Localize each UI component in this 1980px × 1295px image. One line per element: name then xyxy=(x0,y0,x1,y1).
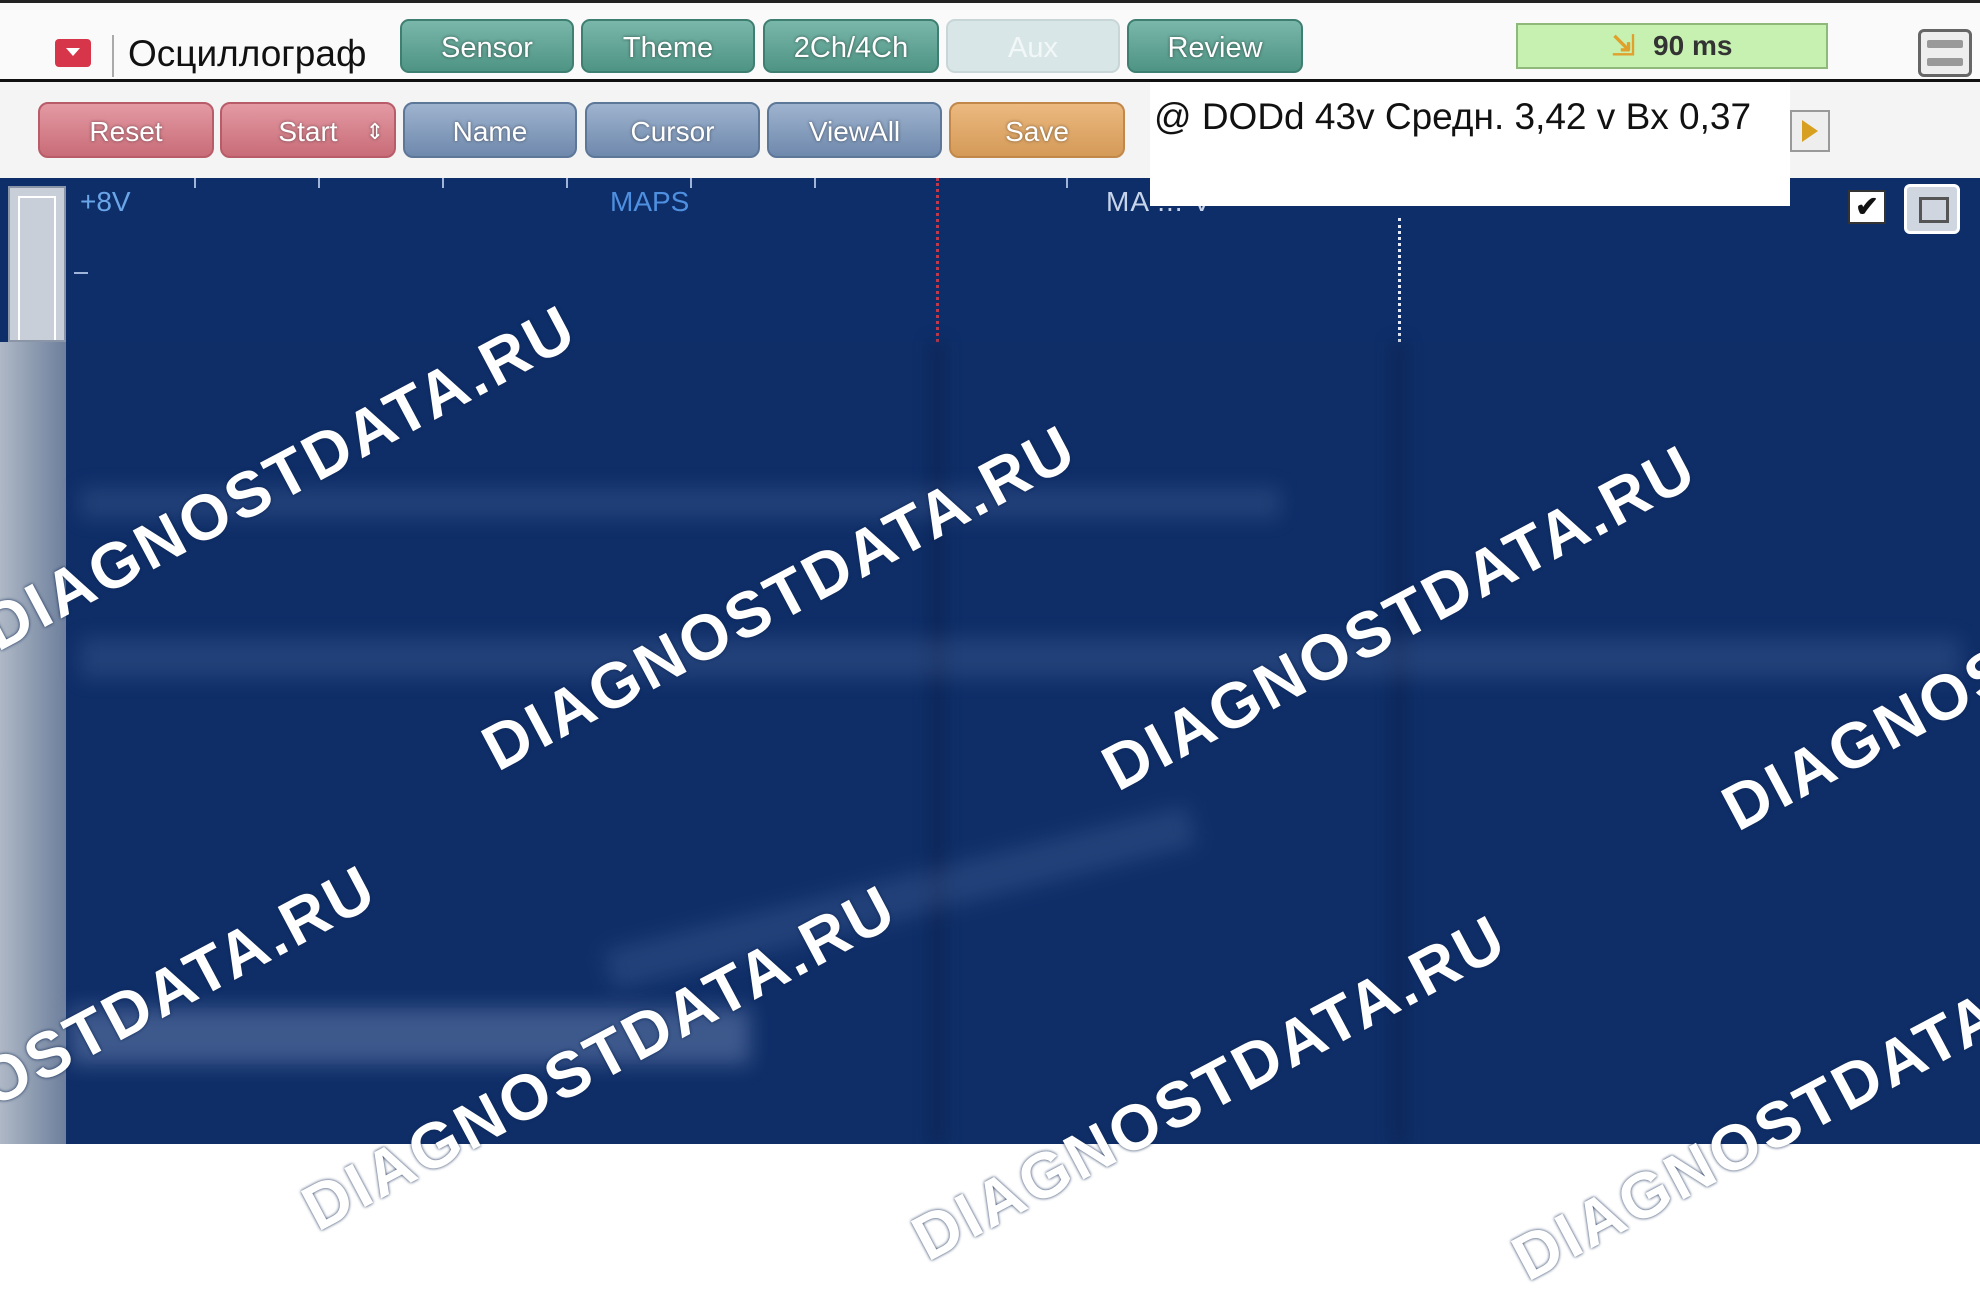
start-button[interactable]: Start ⇕ xyxy=(220,102,396,158)
timebase-icon: ⇲ xyxy=(1611,30,1636,61)
cursor-white-line[interactable] xyxy=(1398,218,1401,342)
theme-button[interactable]: Theme xyxy=(581,19,755,73)
timebase-display[interactable]: ⇲ 90 ms xyxy=(1516,23,1828,69)
save-button[interactable]: Save xyxy=(949,102,1125,158)
voltage-scale-label: +8V xyxy=(80,186,131,217)
cursor-red-line[interactable] xyxy=(936,178,939,342)
cursor-button[interactable]: Cursor xyxy=(585,102,760,158)
grid-line xyxy=(930,342,944,1144)
vertical-scrollbar[interactable] xyxy=(8,186,66,342)
app-menu-icon[interactable] xyxy=(55,39,91,67)
timebase-value: 90 ms xyxy=(1653,30,1733,61)
play-icon[interactable] xyxy=(1790,110,1830,152)
aux-button[interactable]: Aux xyxy=(946,19,1120,73)
checkbox[interactable]: ✔ xyxy=(1848,190,1886,224)
hamburger-menu-icon[interactable] xyxy=(1918,29,1972,77)
measurement-readout: @ DODd 43v Средн. 3,42 v Bx 0,37 xyxy=(1150,82,1790,206)
name-button[interactable]: Name xyxy=(403,102,577,158)
start-button-label: Start xyxy=(278,116,338,147)
updown-arrows-icon: ⇕ xyxy=(365,119,384,144)
sensor-button[interactable]: Sensor xyxy=(400,19,574,73)
readout-text: @ DODd 43v Средн. 3,42 v Bx 0,37 xyxy=(1154,96,1752,137)
viewall-button[interactable]: ViewAll xyxy=(767,102,942,158)
review-button[interactable]: Review xyxy=(1127,19,1303,73)
channel1-label: MAPS xyxy=(610,186,690,217)
channels-button[interactable]: 2Ch/4Ch xyxy=(763,19,939,73)
top-toolbar: Осциллограф Sensor Theme 2Ch/4Ch Aux Rev… xyxy=(0,0,1980,82)
reset-button[interactable]: Reset xyxy=(38,102,214,158)
divider xyxy=(112,35,114,77)
app-title: Осциллограф xyxy=(128,33,367,74)
waveform-trace xyxy=(80,638,1960,678)
window-toggle-icon[interactable] xyxy=(1904,184,1960,234)
oscilloscope-display[interactable]: +8V MAPS MA ... V ✔ xyxy=(0,178,1980,1144)
